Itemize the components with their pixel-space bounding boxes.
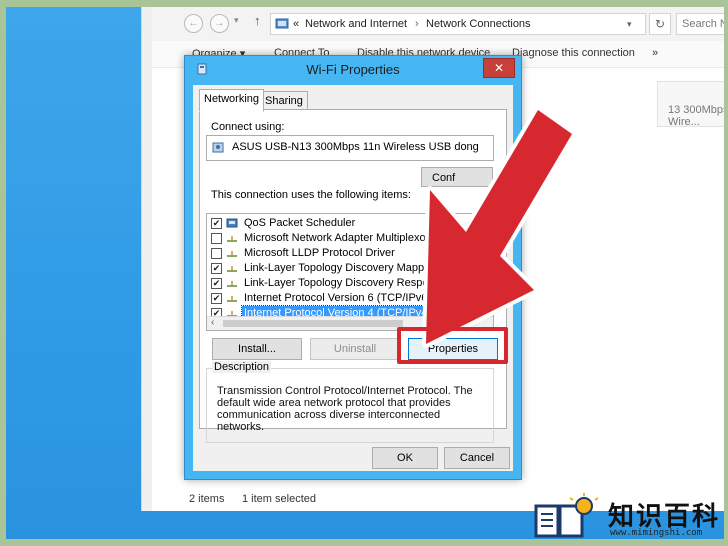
breadcrumb-chevron-icon[interactable]: › — [415, 18, 419, 30]
ok-button[interactable]: OK — [372, 447, 438, 469]
network-adapter-icon — [197, 63, 207, 75]
diagnose-connection-button[interactable]: Diagnose this connection — [512, 47, 635, 59]
item-checkbox[interactable]: ✔ — [211, 263, 222, 274]
description-text: Transmission Control Protocol/Internet P… — [217, 385, 473, 433]
protocol-icon — [227, 296, 237, 302]
book-lightbulb-logo-icon — [534, 493, 599, 538]
up-arrow-icon[interactable]: ↑ — [254, 13, 261, 28]
item-checkbox[interactable]: ✔ — [211, 293, 222, 304]
address-dropdown-icon[interactable]: ▾ — [627, 19, 632, 30]
status-selected-count: 1 item selected — [242, 493, 316, 505]
dialog-title: Wi-Fi Properties — [306, 62, 400, 77]
search-input[interactable]: Search N — [676, 13, 724, 35]
properties-highlight-box — [397, 327, 508, 364]
description-label: Description — [212, 361, 272, 373]
protocol-icon — [227, 236, 237, 242]
network-folder-icon — [275, 18, 289, 29]
item-checkbox[interactable] — [211, 233, 222, 244]
cancel-button[interactable]: Cancel — [444, 447, 510, 469]
watermark-logo: 知识百科 www.mimingshi.com — [524, 488, 728, 546]
red-pointer-arrow-icon — [422, 106, 576, 348]
breadcrumb-separator: « — [293, 18, 300, 30]
watermark-url: www.mimingshi.com — [610, 528, 703, 538]
protocol-icon — [227, 266, 237, 272]
tab-networking[interactable]: Networking — [199, 89, 265, 112]
refresh-icon[interactable]: ↻ — [649, 13, 671, 35]
adapter-item-label: 13 300Mbps 11n Wire... — [668, 104, 724, 128]
address-bar[interactable]: « Network and Internet › Network Connect… — [270, 13, 646, 35]
more-commands-button[interactable]: » — [652, 47, 658, 59]
item-checkbox[interactable] — [211, 248, 222, 259]
description-group: Description Transmission Control Protoco… — [206, 361, 494, 443]
breadcrumb-network-connections[interactable]: Network Connections — [426, 18, 531, 30]
forward-arrow-icon[interactable]: → — [210, 14, 229, 33]
scheduler-icon — [226, 218, 238, 228]
recent-dropdown-icon[interactable]: ▾ — [234, 15, 239, 26]
connect-using-label: Connect using: — [211, 121, 285, 133]
install-button[interactable]: Install... — [212, 338, 302, 360]
breadcrumb-network-and-internet[interactable]: Network and Internet — [305, 18, 407, 30]
tab-sharing[interactable]: Sharing — [260, 91, 308, 111]
address-bar-area: ← → ▾ ↑ « Network and Internet › Network… — [152, 7, 724, 42]
back-arrow-icon[interactable]: ← — [184, 14, 203, 33]
scroll-left-icon[interactable]: ‹ — [211, 317, 214, 328]
close-icon[interactable]: ✕ — [483, 58, 515, 78]
item-checkbox[interactable]: ✔ — [211, 218, 222, 229]
protocol-icon — [227, 251, 237, 257]
usb-adapter-icon — [212, 142, 224, 153]
adapter-list-item[interactable]: 13 300Mbps 11n Wire... — [657, 81, 724, 128]
navigation-pane-edge — [141, 7, 152, 511]
status-item-count: 2 items — [189, 493, 225, 505]
item-checkbox[interactable]: ✔ — [211, 278, 222, 289]
item-label: QoS Packet Scheduler — [244, 217, 356, 229]
protocol-icon — [227, 281, 237, 287]
